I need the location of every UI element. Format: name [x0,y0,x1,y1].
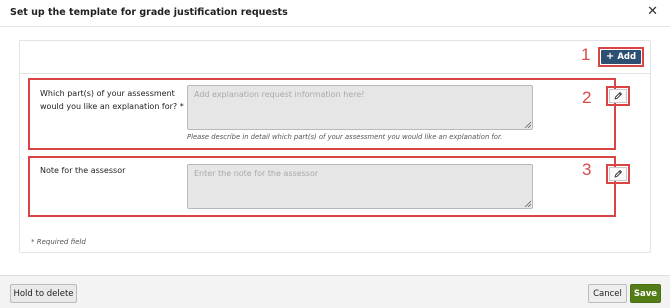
assessor-note-textarea[interactable]: Enter the note for the assessor [187,164,533,209]
assessor-note-placeholder: Enter the note for the assessor [194,169,319,178]
save-button[interactable]: Save [630,284,661,303]
hold-to-delete-button[interactable]: Hold to delete [10,284,77,303]
explanation-label-line-2: would you like an explanation for? * [40,102,184,111]
edit-assessor-note-button[interactable] [609,167,627,181]
callout-number-1: 1 [581,45,591,64]
explanation-label-line-1: Which part(s) of your assessment [40,89,175,98]
pencil-icon [614,92,622,100]
explanation-field-label: Which part(s) of your assessment would y… [40,87,184,113]
cancel-button[interactable]: Cancel [588,284,627,303]
dialog-header: Set up the template for grade justificat… [0,0,670,27]
add-button[interactable]: + Add [601,50,641,64]
edit-button-highlight-2 [606,164,630,184]
resize-grip-icon[interactable] [524,200,531,207]
edit-explanation-button[interactable] [609,89,627,103]
dialog-title: Set up the template for grade justificat… [10,7,288,18]
dialog-footer: Hold to delete Cancel Save [0,275,670,308]
explanation-hint: Please describe in detail which part(s) … [187,133,503,141]
add-button-highlight: + Add [598,47,644,67]
callout-number-2: 2 [582,88,592,107]
explanation-placeholder: Add explanation request information here… [194,90,365,99]
pencil-icon [614,170,622,178]
plus-icon: + [605,51,615,62]
required-field-note: * Required field [31,238,86,246]
panel-toolbar [20,41,650,74]
resize-grip-icon[interactable] [524,121,531,128]
edit-button-highlight-1 [606,86,630,106]
explanation-textarea[interactable]: Add explanation request information here… [187,85,533,130]
close-icon[interactable]: ✕ [647,5,658,18]
callout-number-3: 3 [582,160,592,179]
add-button-label: Add [617,52,637,62]
assessor-note-label: Note for the assessor [40,166,126,175]
